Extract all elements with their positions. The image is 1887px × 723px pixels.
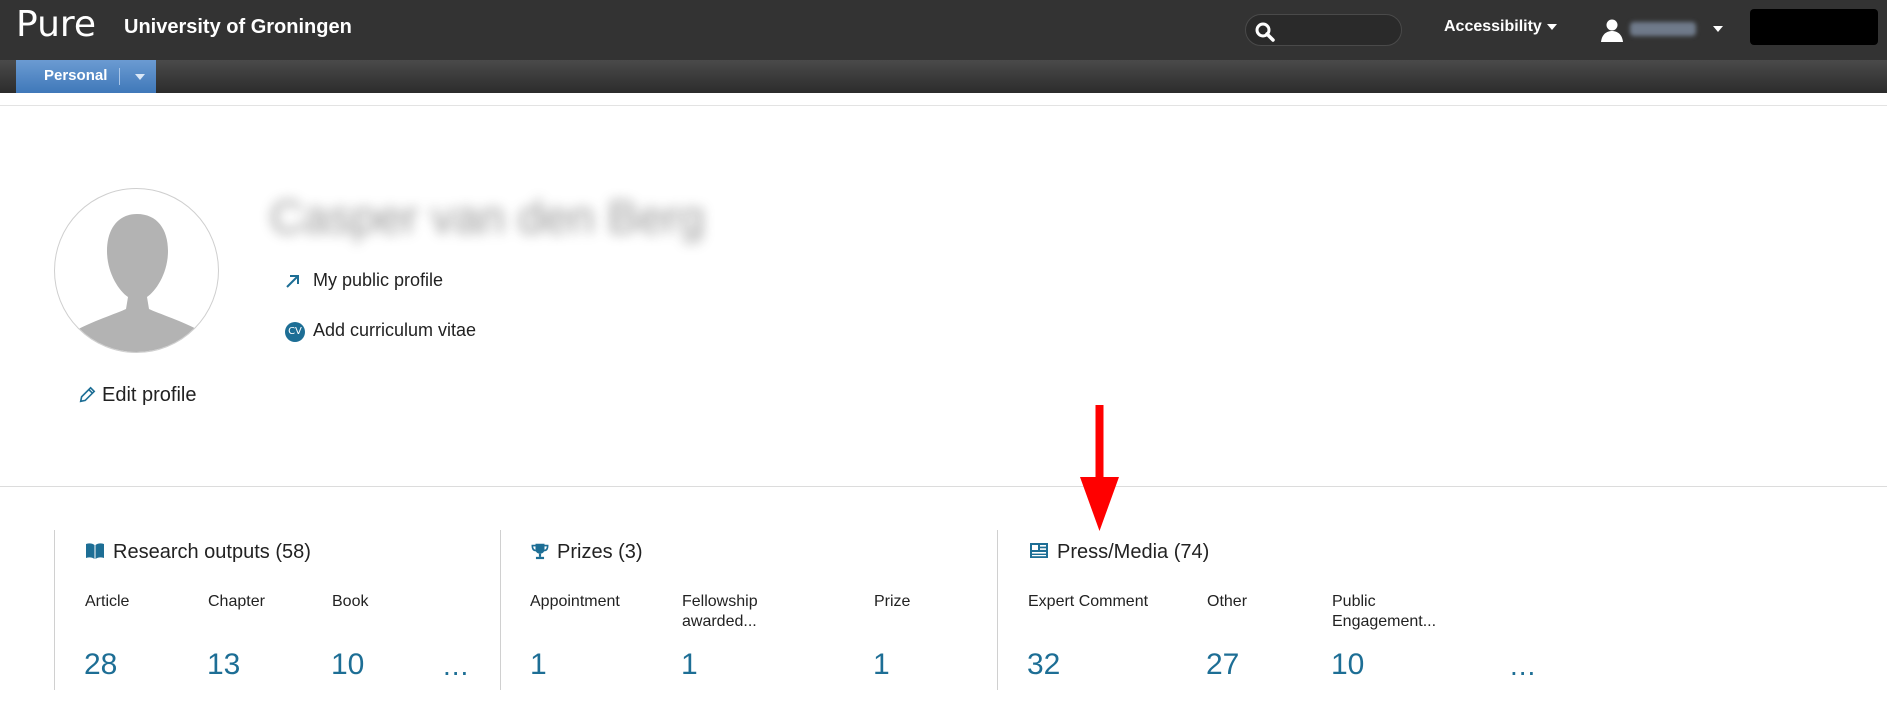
trophy-icon xyxy=(531,543,549,560)
chevron-down-icon xyxy=(1546,23,1557,30)
research-outputs-heading[interactable]: Research outputs (58) xyxy=(85,541,311,564)
public-profile-label: My public profile xyxy=(313,270,444,290)
personal-tab-label: Personal xyxy=(44,67,108,84)
tab-separator xyxy=(119,68,120,85)
accessibility-menu[interactable]: Accessibility xyxy=(1444,18,1557,36)
add-cv-label: Add curriculum vitae xyxy=(313,320,477,340)
research-outputs-title: Research outputs (58) xyxy=(113,541,311,563)
research-chapter-count[interactable]: 13 xyxy=(207,648,240,682)
user-icon xyxy=(1601,19,1623,42)
avatar xyxy=(54,188,219,353)
edit-profile-link[interactable]: Edit profile xyxy=(78,384,197,407)
column-divider xyxy=(997,530,998,690)
edit-profile-label: Edit profile xyxy=(102,384,197,406)
header-divider xyxy=(0,105,1887,106)
research-col-label: Article xyxy=(85,593,130,610)
book-icon xyxy=(86,543,104,559)
press-col-label: Other xyxy=(1207,593,1248,610)
column-divider xyxy=(54,530,55,690)
pure-logo[interactable]: Pure xyxy=(16,4,96,45)
prizes-heading[interactable]: Prizes (3) xyxy=(531,541,643,564)
prizes-prize-count[interactable]: 1 xyxy=(873,648,890,682)
personal-tab[interactable]: Personal xyxy=(16,60,156,93)
newspaper-icon xyxy=(1030,543,1048,558)
prizes-title: Prizes (3) xyxy=(557,541,643,563)
research-col-label: Book xyxy=(332,593,369,610)
press-col-label: Public Engagement... xyxy=(1332,593,1437,630)
cv-icon: CV xyxy=(285,322,305,342)
research-article-count[interactable]: 28 xyxy=(84,648,117,682)
chevron-down-icon[interactable] xyxy=(135,74,145,80)
column-divider xyxy=(500,530,501,690)
research-more-link[interactable]: ... xyxy=(443,650,469,682)
section-divider xyxy=(0,486,1887,487)
press-more-link[interactable]: ... xyxy=(1510,650,1536,682)
prizes-fellowship-count[interactable]: 1 xyxy=(681,648,698,682)
search-icon xyxy=(1255,22,1275,42)
organization-name[interactable]: University of Groningen xyxy=(124,16,352,39)
secondary-navigation-bar xyxy=(0,60,1887,93)
profile-name: Casper van den Berg xyxy=(270,191,705,243)
research-col-label: Chapter xyxy=(208,593,265,610)
press-col-label: Expert Comment xyxy=(1028,593,1149,610)
accessibility-label: Accessibility xyxy=(1444,18,1542,35)
redacted-box xyxy=(1750,9,1878,45)
research-book-count[interactable]: 10 xyxy=(331,648,364,682)
prizes-col-label: Appointment xyxy=(530,593,620,610)
search-box[interactable] xyxy=(1245,14,1402,46)
press-expert-comment-count[interactable]: 32 xyxy=(1027,648,1060,682)
prizes-col-label: Prize xyxy=(874,593,911,610)
top-navigation-bar: Pure University of Groningen Accessibili… xyxy=(0,0,1887,60)
press-public-engagement-count[interactable]: 10 xyxy=(1331,648,1364,682)
chevron-down-icon xyxy=(1713,26,1723,32)
external-link-arrow-icon xyxy=(286,275,299,288)
prizes-col-label: Fellowship awarded... xyxy=(682,593,758,630)
user-name xyxy=(1630,22,1696,36)
press-media-heading[interactable]: Press/Media (74) xyxy=(1029,541,1209,564)
press-other-count[interactable]: 27 xyxy=(1206,648,1239,682)
user-menu[interactable] xyxy=(1600,16,1723,44)
search-input[interactable] xyxy=(1280,19,1395,43)
red-arrow-annotation xyxy=(1080,405,1119,531)
person-silhouette-icon xyxy=(75,214,200,352)
prizes-appointment-count[interactable]: 1 xyxy=(530,648,547,682)
press-media-title: Press/Media (74) xyxy=(1057,541,1210,563)
pencil-icon xyxy=(79,386,96,403)
